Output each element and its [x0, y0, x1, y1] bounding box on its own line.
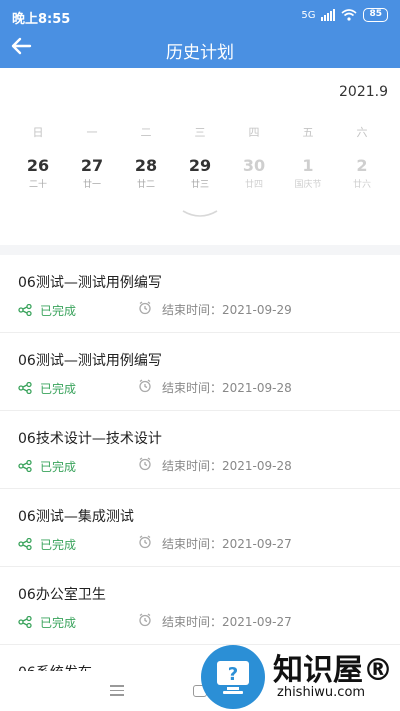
day-number: 29 — [188, 156, 212, 175]
status-label: 已完成 — [40, 616, 77, 630]
app-header: 晚上8:55 5G 85 历史计划 — [0, 0, 400, 68]
day-number: 2 — [356, 156, 368, 175]
day-row: 26 二十 27 廿一 28 廿二 29 廿三 30 廿四 1 国庆节 2 廿六 — [11, 156, 389, 190]
chevron-down-icon — [182, 210, 218, 217]
alarm-clock-icon — [138, 612, 152, 631]
alarm-clock-icon — [138, 300, 152, 319]
status-bar: 晚上8:55 5G 85 — [0, 0, 400, 32]
plan-status: 已完成 — [18, 457, 76, 476]
watermark-logo: ? — [201, 645, 265, 709]
watermark: ? 知识屋® zhishiwu.com — [201, 641, 400, 711]
svg-text:?: ? — [228, 664, 238, 685]
status-icons: 5G 85 — [301, 8, 388, 22]
share-nodes-icon — [18, 457, 32, 476]
day-lunar: 廿六 — [352, 180, 371, 190]
day-lunar: 廿四 — [244, 180, 263, 190]
plan-end-time: 结束时间：2021-09-27 — [138, 534, 292, 553]
weekday-label: 三 — [194, 126, 206, 139]
share-nodes-icon — [18, 613, 32, 632]
plan-item[interactable]: 06技术设计—技术设计已完成 结束时间：2021-09-28 — [0, 411, 400, 489]
wifi-icon — [341, 9, 357, 21]
status-label: 已完成 — [40, 538, 77, 552]
day-number: 27 — [80, 156, 104, 175]
calendar-day[interactable]: 2 廿六 — [335, 156, 389, 190]
watermark-url: zhishiwu.com — [277, 685, 366, 700]
calendar-day[interactable]: 30 廿四 — [227, 156, 281, 190]
day-lunar: 二十 — [28, 180, 47, 190]
plan-end-time: 结束时间：2021-09-29 — [138, 300, 292, 319]
weekday-label: 六 — [356, 126, 368, 139]
plan-item[interactable]: 06测试—集成测试已完成 结束时间：2021-09-27 — [0, 489, 400, 567]
plan-end-time: 结束时间：2021-09-27 — [138, 612, 292, 631]
plan-title: 06测试—集成测试 — [18, 509, 134, 525]
plan-title: 06技术设计—技术设计 — [18, 431, 162, 447]
end-time-label: 结束时间：2021-09-28 — [162, 459, 292, 473]
calendar-day[interactable]: 27 廿一 — [65, 156, 119, 190]
plan-status: 已完成 — [18, 613, 76, 632]
plan-end-time: 结束时间：2021-09-28 — [138, 378, 292, 397]
alarm-clock-icon — [138, 378, 152, 397]
plan-item[interactable]: 06办公室卫生已完成 结束时间：2021-09-27 — [0, 567, 400, 645]
menu-icon[interactable] — [110, 685, 124, 699]
day-number: 26 — [26, 156, 50, 175]
day-number: 28 — [134, 156, 158, 175]
weekday-label: 一 — [86, 126, 98, 139]
calendar-day[interactable]: 26 二十 — [11, 156, 65, 190]
plan-item[interactable]: 06测试—测试用例编写已完成 结束时间：2021-09-29 — [0, 255, 400, 333]
alarm-clock-icon — [138, 456, 152, 475]
plan-status: 已完成 — [18, 379, 76, 398]
status-time: 晚上8:55 — [12, 12, 71, 27]
plan-title: 06测试—测试用例编写 — [18, 353, 162, 369]
status-label: 已完成 — [40, 460, 77, 474]
calendar-day[interactable]: 28 廿二 — [119, 156, 173, 190]
end-time-label: 结束时间：2021-09-29 — [162, 303, 292, 317]
plan-title: 06测试—测试用例编写 — [18, 275, 162, 291]
day-lunar: 廿二 — [136, 180, 155, 190]
alarm-clock-icon — [138, 534, 152, 553]
calendar-day[interactable]: 1 国庆节 — [281, 156, 335, 190]
share-nodes-icon — [18, 301, 32, 320]
plan-end-time: 结束时间：2021-09-28 — [138, 456, 292, 475]
weekday-label: 二 — [140, 126, 152, 139]
plan-item[interactable]: 06测试—测试用例编写已完成 结束时间：2021-09-28 — [0, 333, 400, 411]
share-nodes-icon — [18, 535, 32, 554]
calendar-month: 2021.9 — [339, 84, 388, 100]
day-lunar: 廿三 — [190, 180, 209, 190]
status-label: 已完成 — [40, 304, 77, 318]
day-lunar: 廿一 — [82, 180, 101, 190]
end-time-label: 结束时间：2021-09-27 — [162, 537, 292, 551]
end-time-label: 结束时间：2021-09-27 — [162, 615, 292, 629]
weekday-label: 五 — [302, 126, 314, 139]
share-nodes-icon — [18, 379, 32, 398]
plan-title: 06办公室卫生 — [18, 587, 106, 603]
status-label: 已完成 — [40, 382, 77, 396]
calendar-day[interactable]: 29 廿三 — [173, 156, 227, 190]
plan-status: 已完成 — [18, 301, 76, 320]
network-label: 5G — [301, 9, 316, 21]
battery-icon: 85 — [363, 8, 388, 22]
monitor-question-icon: ? — [217, 661, 249, 694]
calendar-expand-handle[interactable] — [175, 203, 225, 223]
weekday-label: 四 — [248, 126, 260, 139]
page-title: 历史计划 — [166, 43, 234, 63]
day-number: 1 — [302, 156, 314, 175]
end-time-label: 结束时间：2021-09-28 — [162, 381, 292, 395]
plan-status: 已完成 — [18, 535, 76, 554]
signal-icon — [321, 9, 336, 21]
day-number: 30 — [242, 156, 266, 175]
weekday-row: 日一二三四五六 — [11, 124, 389, 140]
watermark-brand: 知识屋® — [273, 653, 393, 688]
day-lunar: 国庆节 — [294, 180, 322, 190]
weekday-label: 日 — [32, 126, 44, 139]
week-calendar: 2021.9 日一二三四五六 26 二十 27 廿一 28 廿二 29 廿三 30 廿四 1 国庆节 2… — [0, 68, 400, 245]
